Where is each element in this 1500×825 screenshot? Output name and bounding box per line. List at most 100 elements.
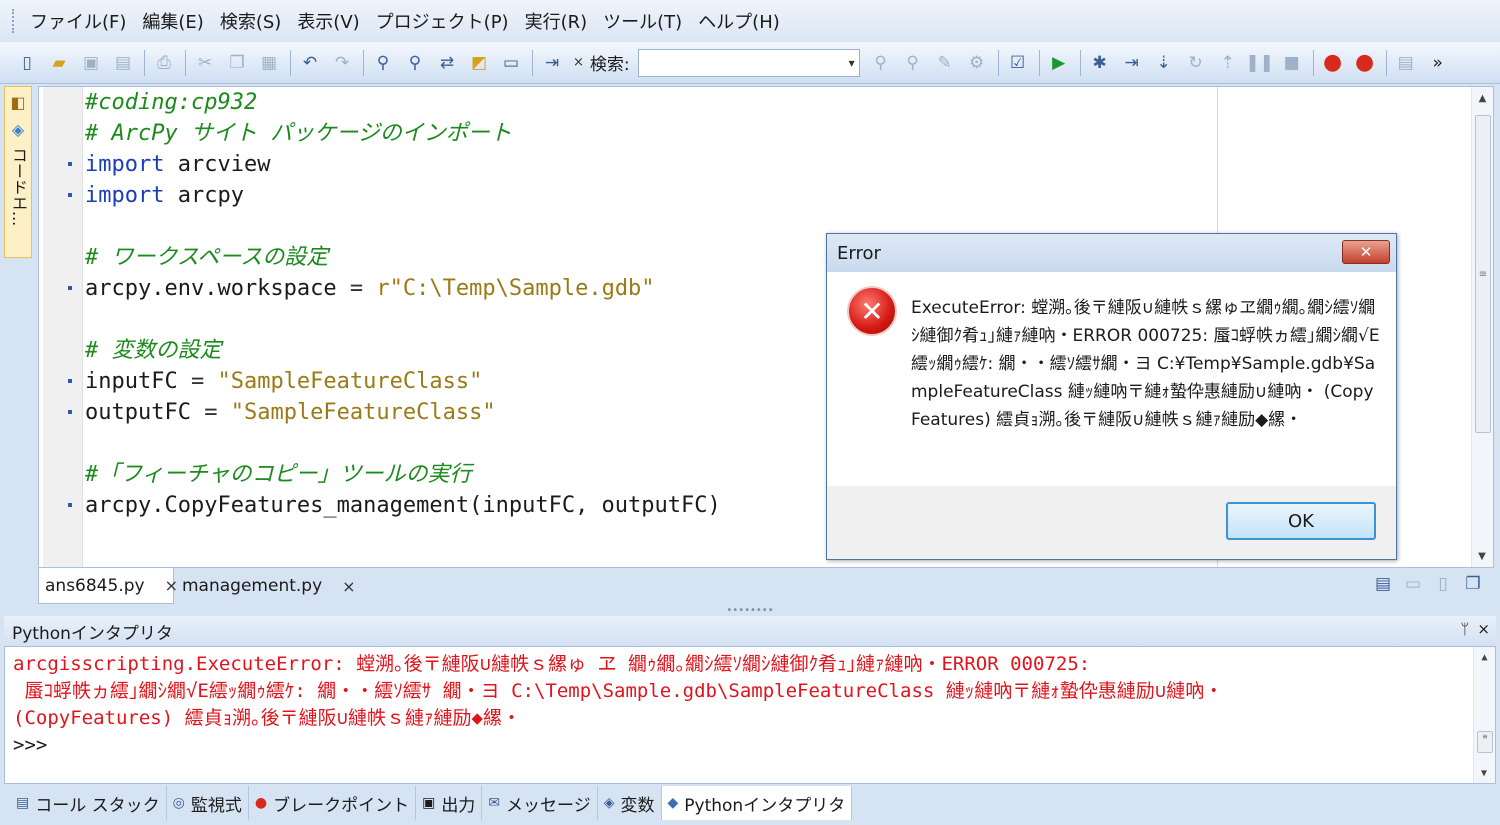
menu-help[interactable]: ヘルプ(H): [698, 8, 780, 34]
pane-splitter[interactable]: ••••••••: [0, 605, 1500, 616]
scrollbar-thumb[interactable]: ≡: [1477, 731, 1493, 753]
menu-run[interactable]: 実行(R): [525, 8, 588, 34]
scroll-up-arrow-icon[interactable]: ▲: [1474, 647, 1495, 667]
breakpoint-marker-icon[interactable]: [68, 162, 72, 166]
replace-icon[interactable]: ⇄: [432, 48, 462, 78]
pin-icon[interactable]: ᛘ: [1460, 620, 1469, 638]
check-syntax-icon[interactable]: ☑: [1003, 48, 1033, 78]
find-options-icon[interactable]: ⚙: [962, 48, 992, 78]
step-into-icon[interactable]: ⇣: [1149, 48, 1179, 78]
tab-call-stack[interactable]: ▤ コール スタック: [10, 786, 167, 820]
code-line[interactable]: inputFC = "SampleFeatureClass": [68, 366, 721, 397]
tab-watch[interactable]: ◎ 監視式: [167, 786, 249, 820]
interpreter-prompt[interactable]: >>>: [13, 732, 1467, 759]
menu-project[interactable]: プロジェクト(P): [376, 8, 509, 34]
breakpoint-marker-icon[interactable]: [68, 410, 72, 414]
step-over-icon[interactable]: ⇥: [1117, 48, 1147, 78]
breakpoint-toggle-icon[interactable]: ●: [1318, 48, 1348, 78]
interpreter-console[interactable]: arcgisscripting.ExecuteError: 螳溯｡後〒縺阪∪縺帙…: [4, 646, 1496, 784]
tile-horizontal-icon[interactable]: ▭: [1398, 574, 1428, 594]
toolbar-overflow-icon[interactable]: »: [1423, 48, 1453, 78]
breakpoint-marker-icon[interactable]: [68, 286, 72, 290]
menu-view[interactable]: 表示(V): [297, 8, 359, 34]
code-line[interactable]: [85, 304, 721, 335]
breakpoint-marker-icon[interactable]: [68, 193, 72, 197]
step-out-icon[interactable]: ⇡: [1213, 48, 1243, 78]
tab-ans6845[interactable]: ans6845.py ×: [38, 568, 178, 604]
dialog-title-bar[interactable]: Error: [827, 234, 1396, 272]
goto-line-icon[interactable]: ⇥: [537, 48, 567, 78]
save-icon[interactable]: ▣: [76, 48, 106, 78]
highlight-icon[interactable]: ✎: [930, 48, 960, 78]
run-icon[interactable]: ▶: [1044, 48, 1074, 78]
tab-output[interactable]: ▣ 出力: [416, 786, 483, 820]
find-forward-icon[interactable]: ⚲: [898, 48, 928, 78]
search-dropdown-icon[interactable]: ▾: [849, 56, 855, 70]
editor-vertical-scrollbar[interactable]: ▲ ≡ ▼: [1471, 87, 1493, 567]
error-output-line: 蜃ｺ蜉帙ヵ繧｣繝ｼ繝√Ε繧ｯ繝ｩ繧ｹ: 繝・・繧ｿ繧ｻ 繝・ヨ C:\Temp\…: [13, 680, 1224, 702]
ok-button[interactable]: OK: [1226, 502, 1376, 540]
code-line[interactable]: arcpy.env.workspace = r"C:\Temp\Sample.g…: [68, 273, 721, 304]
tile-vertical-icon[interactable]: ▯: [1428, 574, 1458, 594]
menu-edit[interactable]: 編集(E): [142, 8, 203, 34]
find-next-icon[interactable]: ⚲: [400, 48, 430, 78]
code-line[interactable]: #coding:cp932: [85, 87, 721, 118]
code-line[interactable]: # ワークスペースの設定: [85, 242, 721, 273]
scroll-up-arrow-icon[interactable]: ▲: [1472, 87, 1493, 109]
code-line[interactable]: #「フィーチャのコピー」ツールの実行: [85, 459, 721, 490]
tab-breakpoints[interactable]: ● ブレークポイント: [249, 786, 417, 820]
code-line[interactable]: # 変数の設定: [85, 335, 721, 366]
menu-file[interactable]: ファイル(F): [30, 8, 126, 34]
undo-icon[interactable]: ↶: [295, 48, 325, 78]
panel-close-icon[interactable]: ×: [1477, 620, 1490, 638]
redo-icon[interactable]: ↷: [327, 48, 357, 78]
code-line[interactable]: arcpy.CopyFeatures_management(inputFC, o…: [68, 490, 721, 521]
console-vertical-scrollbar[interactable]: ▲ ≡ ▼: [1473, 647, 1495, 783]
open-folder-icon[interactable]: ▰: [44, 48, 74, 78]
step-back-icon[interactable]: ↻: [1181, 48, 1211, 78]
window-list-icon[interactable]: ▤: [1368, 574, 1398, 594]
code-line[interactable]: import arcpy: [68, 180, 721, 211]
save-all-icon[interactable]: ▤: [108, 48, 138, 78]
code-line[interactable]: import arcview: [68, 149, 721, 180]
pause-icon[interactable]: ❚❚: [1245, 48, 1275, 78]
dialog-close-icon[interactable]: ✕: [1342, 240, 1390, 264]
menu-search[interactable]: 検索(S): [220, 8, 281, 34]
search-close-icon[interactable]: ×: [573, 55, 584, 70]
code-explorer-strip[interactable]: ◧ ◈ コードエ...: [4, 86, 32, 258]
scroll-down-arrow-icon[interactable]: ▼: [1474, 763, 1494, 783]
code-content[interactable]: #coding:cp932 # ArcPy サイト パッケージのインポート impo…: [68, 87, 721, 521]
find-in-files-icon[interactable]: ▭: [496, 48, 526, 78]
breakpoint-marker-icon[interactable]: [68, 503, 72, 507]
code-token: import: [85, 152, 165, 177]
clear-breakpoints-icon[interactable]: ●: [1350, 48, 1380, 78]
code-line[interactable]: # ArcPy サイト パッケージのインポート: [85, 118, 721, 149]
breakpoint-marker-icon[interactable]: [68, 379, 72, 383]
find-prev-icon[interactable]: ⚲: [866, 48, 896, 78]
code-line[interactable]: outputFC = "SampleFeatureClass": [68, 397, 721, 428]
document-icon[interactable]: ▤: [1391, 48, 1421, 78]
menu-tools[interactable]: ツール(T): [603, 8, 682, 34]
new-window-icon[interactable]: ❐: [1458, 574, 1488, 594]
tab-messages[interactable]: ✉ メッセージ: [482, 786, 598, 820]
scroll-down-arrow-icon[interactable]: ▼: [1472, 545, 1492, 567]
file-tabs: ans6845.py × management.py × ▤ ▭ ▯ ❐: [38, 568, 1494, 604]
debug-icon[interactable]: ✱: [1085, 48, 1115, 78]
search-input[interactable]: ▾: [637, 48, 860, 77]
stop-icon[interactable]: ■: [1277, 48, 1307, 78]
tab-close-icon[interactable]: ×: [342, 577, 355, 596]
tab-python-interpreter[interactable]: ◆ Pythonインタプリタ: [661, 786, 853, 820]
scrollbar-thumb[interactable]: ≡: [1475, 115, 1491, 433]
code-line[interactable]: [85, 428, 721, 459]
tab-management[interactable]: management.py ×: [176, 568, 356, 604]
tab-variables[interactable]: ◈ 変数: [598, 786, 662, 820]
paste-icon[interactable]: ▦: [254, 48, 284, 78]
bookmark-icon[interactable]: ◩: [464, 48, 494, 78]
new-file-icon[interactable]: ▯: [12, 48, 42, 78]
code-line[interactable]: [85, 211, 721, 242]
menu-grip[interactable]: [12, 9, 18, 33]
cut-icon[interactable]: ✂: [190, 48, 220, 78]
find-icon[interactable]: ⚲: [368, 48, 398, 78]
print-icon[interactable]: ⎙: [149, 48, 179, 78]
copy-icon[interactable]: ❐: [222, 48, 252, 78]
